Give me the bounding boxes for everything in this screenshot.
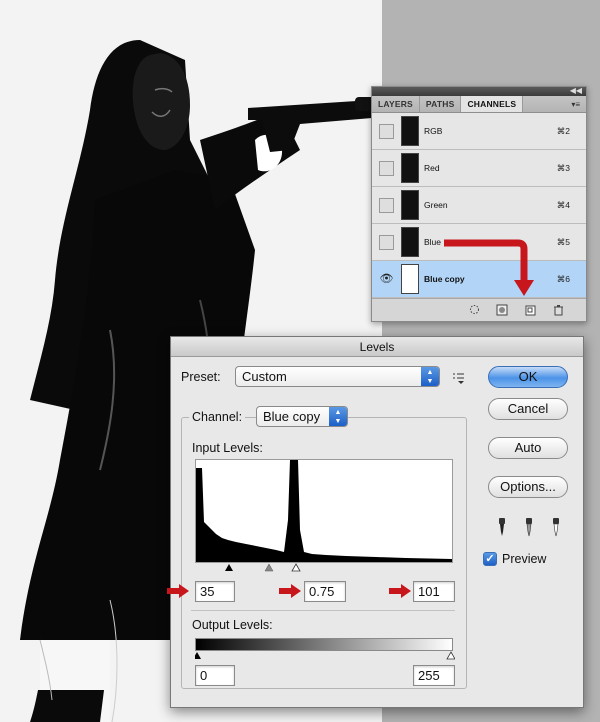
visibility-toggle[interactable] bbox=[379, 197, 394, 213]
channel-thumbnail bbox=[401, 227, 419, 257]
black-eyedropper-icon[interactable] bbox=[495, 517, 509, 537]
histogram-graph bbox=[196, 460, 452, 562]
updown-arrows-icon: ▲ ▼ bbox=[329, 407, 347, 426]
dialog-title[interactable]: Levels bbox=[171, 337, 583, 357]
preset-label: Preset: bbox=[181, 370, 221, 384]
ok-button[interactable]: OK bbox=[488, 366, 568, 388]
visibility-toggle[interactable] bbox=[379, 123, 394, 139]
preview-checkbox[interactable]: ✓ bbox=[483, 552, 497, 566]
histogram bbox=[195, 459, 453, 563]
channel-shortcut: ⌘6 bbox=[556, 273, 570, 284]
channel-select[interactable]: Blue copy ▲ ▼ bbox=[256, 406, 348, 427]
input-slider-track[interactable] bbox=[195, 563, 455, 573]
annotation-arrow-drag-to-new-channel bbox=[444, 239, 534, 296]
tab-channels[interactable]: CHANNELS bbox=[461, 96, 524, 112]
channel-value: Blue copy bbox=[263, 409, 321, 424]
trash-icon[interactable] bbox=[552, 304, 564, 316]
levels-dialog: Levels Preset: Custom ▲ ▼ Channel: Blue c… bbox=[167, 336, 584, 708]
annotation-arrow-white-input bbox=[389, 584, 411, 598]
input-levels-label: Input Levels: bbox=[192, 441, 263, 455]
channel-shortcut: ⌘4 bbox=[556, 199, 570, 210]
black-point-slider bbox=[225, 564, 233, 571]
save-selection-icon[interactable] bbox=[496, 304, 508, 316]
tab-paths[interactable]: PATHS bbox=[420, 96, 462, 112]
section-divider bbox=[191, 610, 455, 611]
visibility-toggle[interactable] bbox=[379, 160, 394, 176]
output-slider-track[interactable] bbox=[195, 651, 455, 661]
channel-name: Green bbox=[424, 200, 448, 210]
channel-thumbnail bbox=[401, 190, 419, 220]
visibility-toggle[interactable] bbox=[379, 234, 394, 250]
channel-shortcut: ⌘3 bbox=[556, 162, 570, 173]
panel-drag-strip[interactable]: ◀◀ bbox=[372, 86, 586, 96]
preset-value: Custom bbox=[242, 369, 287, 384]
gamma-slider bbox=[264, 563, 274, 572]
new-channel-icon[interactable] bbox=[524, 304, 536, 316]
panel-tabs: LAYERS PATHS CHANNELS ▾≡ bbox=[372, 96, 586, 113]
options-button[interactable]: Options... bbox=[488, 476, 568, 498]
preview-label[interactable]: Preview bbox=[502, 552, 546, 566]
input-white-field[interactable]: 101 bbox=[413, 581, 455, 602]
output-black-field[interactable]: 0 bbox=[195, 665, 235, 686]
channel-thumbnail bbox=[401, 116, 419, 146]
preset-select[interactable]: Custom ▲ ▼ bbox=[235, 366, 440, 387]
input-gamma-field[interactable]: 0.75 bbox=[304, 581, 346, 602]
white-eyedropper-icon[interactable] bbox=[549, 517, 563, 537]
annotation-arrow-black-input bbox=[167, 584, 189, 598]
channel-thumbnail bbox=[401, 153, 419, 183]
annotation-arrow-gamma-input bbox=[279, 584, 301, 598]
tab-layers[interactable]: LAYERS bbox=[372, 96, 420, 112]
channel-row-rgb[interactable]: RGB ⌘2 bbox=[372, 113, 586, 150]
panel-menu-icon[interactable]: ▾≡ bbox=[571, 96, 580, 113]
load-selection-icon[interactable] bbox=[468, 304, 480, 316]
channel-row-red[interactable]: Red ⌘3 bbox=[372, 150, 586, 187]
preset-options-icon[interactable] bbox=[452, 371, 466, 385]
visibility-toggle[interactable]: 👁 bbox=[379, 272, 394, 287]
output-black-slider bbox=[195, 652, 201, 659]
updown-arrows-icon: ▲ ▼ bbox=[421, 367, 439, 386]
channel-label: Channel: bbox=[189, 410, 246, 424]
channel-name: Red bbox=[424, 163, 440, 173]
channel-shortcut: ⌘2 bbox=[556, 125, 570, 136]
eye-icon: 👁 bbox=[379, 272, 394, 285]
cancel-button[interactable]: Cancel bbox=[488, 398, 568, 420]
channel-row-green[interactable]: Green ⌘4 bbox=[372, 187, 586, 224]
white-point-slider bbox=[291, 563, 301, 572]
output-white-field[interactable]: 255 bbox=[413, 665, 455, 686]
channel-thumbnail bbox=[401, 264, 419, 294]
auto-button[interactable]: Auto bbox=[488, 437, 568, 459]
channel-shortcut: ⌘5 bbox=[556, 236, 570, 247]
input-black-field[interactable]: 35 bbox=[195, 581, 235, 602]
gray-eyedropper-icon[interactable] bbox=[522, 517, 536, 537]
output-white-slider bbox=[446, 651, 455, 660]
channel-name: RGB bbox=[424, 126, 443, 136]
output-gradient-bar bbox=[195, 638, 453, 651]
output-levels-label: Output Levels: bbox=[192, 618, 273, 632]
